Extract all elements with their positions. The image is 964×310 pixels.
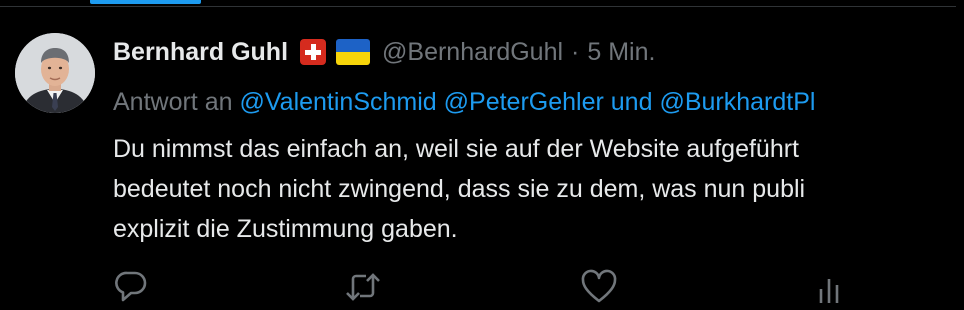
avatar-photo [15, 33, 95, 113]
tweet-actions [113, 269, 963, 303]
tweet-header: Bernhard Guhl @BernhardGuhl · 5 Min. [113, 37, 655, 67]
active-tab-indicator [90, 0, 201, 4]
avatar[interactable] [15, 33, 95, 113]
mention-link[interactable]: @BurkhardtPl [659, 88, 815, 116]
tweet-text-line: bedeutet noch nicht zwingend, dass sie z… [113, 175, 806, 203]
author-name[interactable]: Bernhard Guhl [113, 37, 288, 67]
tweet-text-line: explizit die Zustimmung gaben. [113, 215, 458, 243]
mention-link[interactable]: @PeterGehler [444, 88, 604, 116]
mention-link[interactable]: @ValentinSchmid [239, 88, 436, 116]
tweet[interactable]: Bernhard Guhl @BernhardGuhl · 5 Min. Ant… [0, 6, 964, 303]
reply-joiner[interactable]: und [611, 88, 653, 116]
ukraine-flag-icon [336, 39, 371, 65]
retweet-icon[interactable] [343, 269, 383, 310]
reply-icon[interactable] [113, 269, 149, 310]
author-handle[interactable]: @BernhardGuhl [382, 37, 563, 67]
reply-context: Antwort an @ValentinSchmid @PeterGehler … [113, 86, 815, 118]
like-icon[interactable] [580, 269, 618, 310]
swiss-flag-icon [300, 39, 327, 65]
separator-dot: · [571, 38, 580, 66]
reply-prefix: Antwort an [113, 88, 233, 116]
tweet-text-line: Du nimmst das einfach an, weil sie auf d… [113, 135, 799, 163]
tweet-timestamp[interactable]: 5 Min. [587, 37, 655, 67]
screen-edge [956, 0, 964, 292]
tweet-text: Du nimmst das einfach an, weil sie auf d… [113, 129, 964, 249]
views-icon[interactable] [815, 269, 849, 310]
